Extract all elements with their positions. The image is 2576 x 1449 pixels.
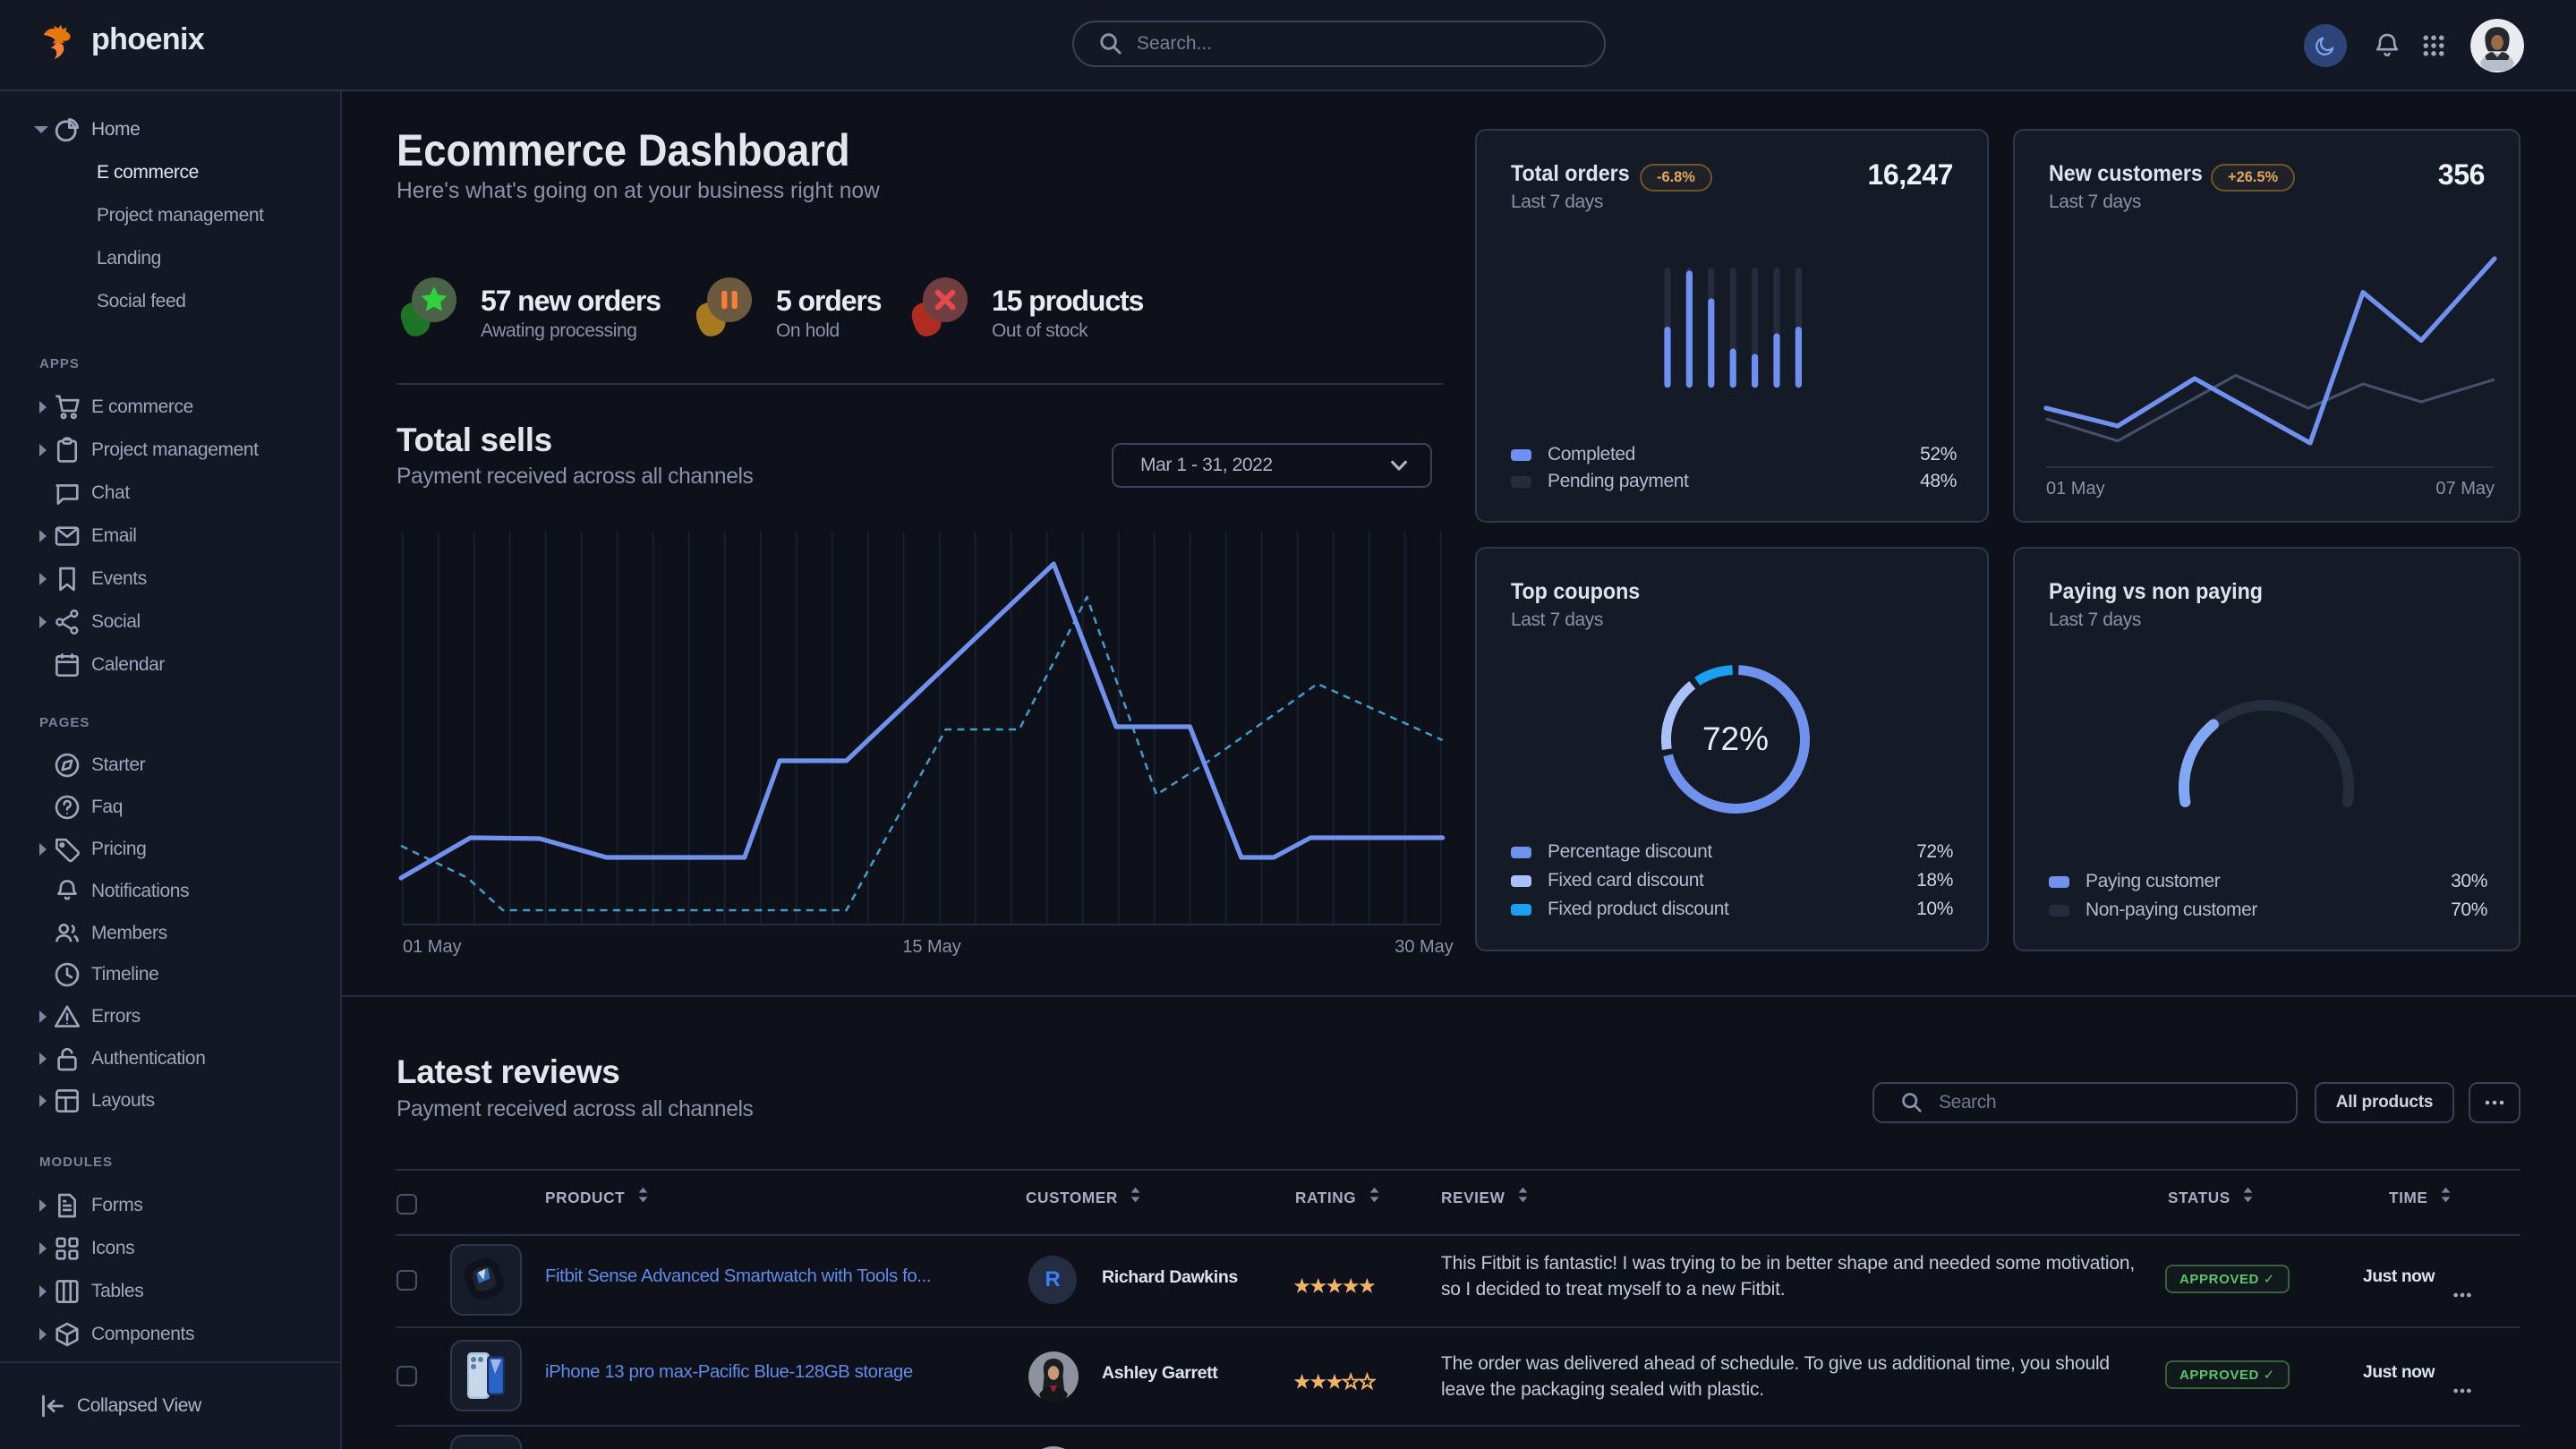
svg-text:01 May: 01 May: [2046, 479, 2105, 499]
svg-text:01 May: 01 May: [403, 937, 462, 957]
svg-text:30 May: 30 May: [1395, 937, 1454, 957]
svg-text:15 May: 15 May: [902, 937, 961, 957]
svg-text:07 May: 07 May: [2435, 479, 2495, 499]
